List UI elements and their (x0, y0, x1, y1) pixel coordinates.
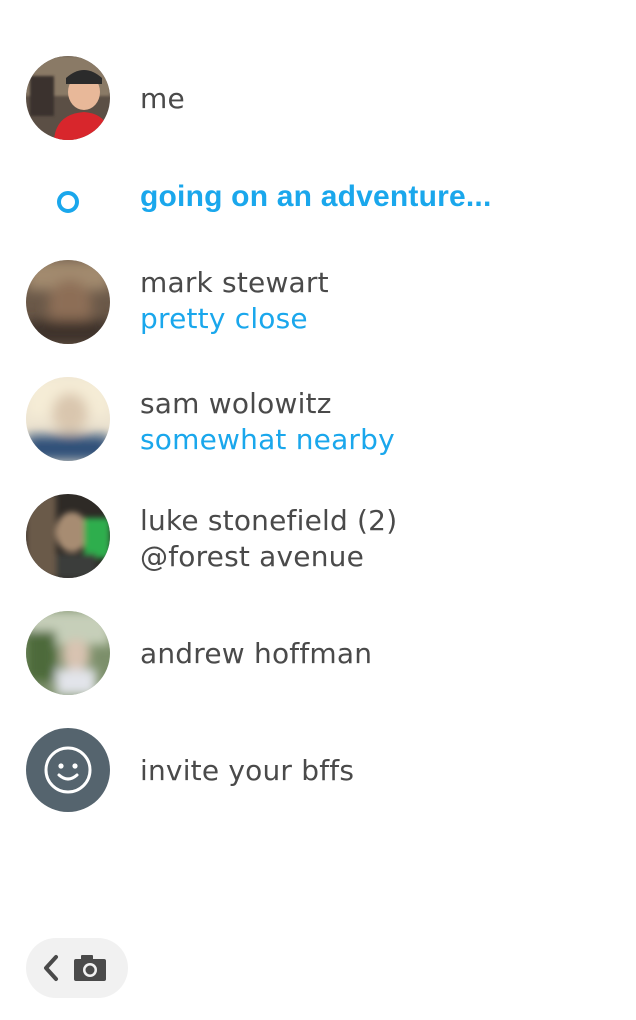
friend-detail: @forest avenue (140, 540, 365, 573)
friend-avatar (26, 377, 110, 461)
friend-name: mark stewart (140, 266, 329, 299)
friend-row[interactable]: sam wolowitz somewhat nearby (0, 369, 636, 469)
me-row[interactable]: me (0, 48, 636, 148)
status-text: going on an adventure... (140, 180, 492, 213)
friend-row[interactable]: andrew hoffman (0, 603, 636, 703)
friend-avatar (26, 494, 110, 578)
friend-avatar (26, 260, 110, 344)
invite-label: invite your bffs (140, 754, 355, 787)
smiley-icon (26, 728, 110, 812)
back-to-camera-button[interactable] (26, 938, 128, 998)
friend-name: luke stonefield (2) (140, 504, 398, 537)
invite-row[interactable]: invite your bffs (0, 720, 636, 820)
camera-icon (74, 955, 106, 981)
chevron-left-icon (44, 955, 58, 981)
friend-detail: somewhat nearby (140, 423, 395, 456)
status-row[interactable]: going on an adventure... (0, 160, 636, 260)
friend-row[interactable]: luke stonefield (2) @forest avenue (0, 486, 636, 586)
friend-row[interactable]: mark stewart pretty close (0, 252, 636, 352)
friend-name: sam wolowitz (140, 387, 332, 420)
me-avatar (26, 56, 110, 140)
friend-name: andrew hoffman (140, 637, 373, 670)
friend-avatar (26, 611, 110, 695)
status-ring-icon (57, 191, 79, 213)
friend-detail: pretty close (140, 302, 308, 335)
me-name: me (140, 82, 185, 115)
